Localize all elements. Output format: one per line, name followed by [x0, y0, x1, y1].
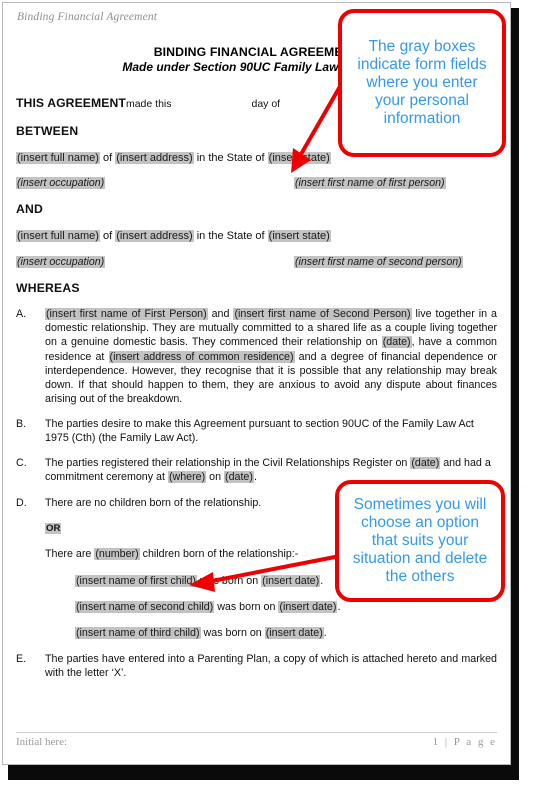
- clause-b-label: B.: [16, 418, 27, 431]
- party-two-address-field[interactable]: (insert address): [115, 229, 194, 242]
- second-child-date-field[interactable]: (insert date): [278, 600, 338, 613]
- callout-choose-option-text: Sometimes you will choose an option that…: [352, 495, 488, 586]
- clause-c-text-1: The parties registered their relationshi…: [45, 457, 411, 470]
- clause-e-label: E.: [16, 652, 27, 665]
- third-child-end: .: [323, 626, 327, 639]
- party-two-firstname-field[interactable]: (insert first name of second person): [294, 255, 463, 268]
- party-one-of-label: of: [102, 151, 113, 164]
- second-child-name-field[interactable]: (insert name of second child): [75, 600, 215, 613]
- party-two-name-field[interactable]: (insert full name): [16, 229, 100, 242]
- page-footer: Initial here: 1 | P a g e: [16, 732, 497, 748]
- clause-a-firstperson-field[interactable]: (insert first name of First Person): [45, 308, 208, 321]
- party-two-occupation-cell: (insert occupation): [16, 255, 294, 269]
- second-child-end: .: [337, 600, 341, 613]
- clause-c-text-3: on: [206, 471, 225, 484]
- first-child-end: .: [320, 574, 324, 587]
- child-row-3: (insert name of third child) was born on…: [75, 626, 497, 640]
- first-child-date-field[interactable]: (insert date): [261, 574, 321, 587]
- clause-a: A. (insert first name of First Person) a…: [16, 307, 497, 406]
- children-number-field[interactable]: (number): [94, 548, 140, 561]
- clause-b: B. The parties desire to make this Agree…: [16, 417, 497, 445]
- clause-c-register-date-field[interactable]: (date): [410, 457, 441, 470]
- clause-c-label: C.: [16, 457, 27, 470]
- callout-form-fields: The gray boxes indicate form fields wher…: [338, 9, 506, 157]
- whereas-heading: WHEREAS: [16, 280, 80, 295]
- clause-c-text-4: .: [253, 471, 257, 484]
- children-born-label: children born of the relationship:-: [139, 548, 299, 561]
- clause-a-label: A.: [16, 308, 27, 321]
- party-two-state-label: in the State of: [196, 229, 265, 242]
- third-child-date-field[interactable]: (insert date): [264, 626, 324, 639]
- initial-here-label: Initial here:: [16, 736, 68, 748]
- first-child-name-field[interactable]: (insert name of first child): [75, 574, 197, 587]
- party-two-firstname-cell: (insert first name of second person): [294, 255, 463, 269]
- clause-e: E. The parties have entered into a Paren…: [16, 652, 497, 680]
- made-this-label: made this: [125, 98, 172, 110]
- callout-form-fields-text: The gray boxes indicate form fields wher…: [357, 37, 487, 128]
- clause-a-text: (insert first name of First Person) and …: [45, 307, 497, 406]
- party-two-of-label: of: [102, 229, 113, 242]
- page-number: 1 | P a g e: [432, 736, 497, 748]
- day-of-label: day of: [251, 98, 281, 110]
- this-agreement-label: THIS AGREEMENT: [16, 96, 126, 110]
- party-two-occupation-row: (insert occupation) (insert first name o…: [16, 255, 497, 269]
- clause-a-text-1: and: [207, 308, 234, 321]
- party-two-occupation-field[interactable]: (insert occupation): [16, 255, 106, 268]
- third-child-name-field[interactable]: (insert name of third child): [75, 626, 201, 639]
- party-two-state-field[interactable]: (insert state): [267, 229, 331, 242]
- party-one-occupation-row: (insert occupation) (insert first name o…: [16, 176, 497, 190]
- clause-a-date-field[interactable]: (date): [381, 336, 412, 349]
- clause-a-residence-field[interactable]: (insert address of common residence): [108, 350, 295, 363]
- party-one-state-label: in the State of: [196, 151, 265, 164]
- party-one-occupation-field[interactable]: (insert occupation): [16, 177, 106, 190]
- and-heading: AND: [16, 202, 44, 217]
- clause-e-text: The parties have entered into a Parentin…: [45, 652, 497, 680]
- callout-choose-option: Sometimes you will choose an option that…: [335, 480, 505, 602]
- clause-d-label: D.: [16, 496, 27, 509]
- second-child-born-label: was born on: [214, 600, 279, 613]
- third-child-born-label: was born on: [200, 626, 265, 639]
- party-one-firstname-field[interactable]: (insert first name of first person): [294, 177, 446, 190]
- clause-b-text: The parties desire to make this Agreemen…: [45, 418, 474, 445]
- party-one-state-field[interactable]: (insert state): [267, 151, 331, 164]
- party-two-line: (insert full name) of (insert address) i…: [16, 229, 497, 244]
- party-one-name-field[interactable]: (insert full name): [16, 151, 100, 164]
- there-are-label: There are: [45, 548, 95, 561]
- clause-c-ceremony-date-field[interactable]: (date): [224, 471, 254, 484]
- party-one-firstname-cell: (insert first name of first person): [294, 176, 446, 190]
- clause-a-secondperson-field[interactable]: (insert first name of Second Person): [233, 308, 412, 321]
- or-divider-label: OR: [45, 522, 62, 534]
- party-one-address-field[interactable]: (insert address): [115, 151, 194, 164]
- clause-c-where-field[interactable]: (where): [167, 471, 207, 484]
- first-child-born-label: was born on: [196, 574, 262, 587]
- party-one-occupation-cell: (insert occupation): [16, 176, 294, 190]
